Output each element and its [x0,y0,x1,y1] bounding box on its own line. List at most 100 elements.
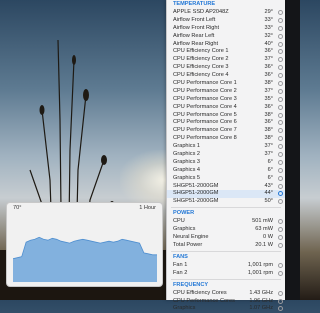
temperature-sensor-row[interactable]: Graphics 2 37° [167,151,285,159]
sensor-value: 6° [267,166,273,173]
graph-toggle-icon[interactable] [278,33,283,39]
temperature-sensor-row[interactable]: CPU Performance Core 6 36° [167,119,285,127]
sensor-menu: TEMPERATURE APPLE SSD AP2048Z 29° Airflow … [166,0,285,312]
graph-range-label[interactable]: 1 Hour [139,205,156,211]
power-sensor-row[interactable]: Total Power 20.1 W [167,242,285,250]
temperature-sensor-row[interactable]: Graphics 4 6° [167,167,285,175]
divider [171,207,281,209]
sensor-value: 43° [264,182,273,189]
temperature-sensor-row[interactable]: CPU Efficiency Core 4 36° [167,72,285,80]
temperature-sensor-row[interactable]: CPU Performance Core 7 38° [167,127,285,135]
graph-toggle-icon[interactable] [278,25,283,31]
sensor-value: 0 W [263,234,273,241]
graph-toggle-icon[interactable] [278,136,283,142]
sensor-value: 6° [267,174,273,181]
graph-toggle-icon[interactable] [278,191,283,197]
sensor-label: CPU Efficiency Cores [173,289,227,296]
sensor-label: Airflow Rear Right [173,40,219,47]
graph-toggle-icon[interactable] [278,262,283,268]
sensor-label: Fan 1 [173,261,188,268]
sensor-label: CPU Performance Core 7 [173,127,237,134]
temperature-sensor-row[interactable]: Airflow Front Right 33° [167,25,285,33]
sensor-value: 37° [264,143,273,150]
graph-toggle-icon[interactable] [278,96,283,102]
temperature-sensor-row[interactable]: Graphics 3 6° [167,159,285,167]
graph-toggle-icon[interactable] [278,152,283,158]
graph-toggle-icon[interactable] [278,159,283,165]
graph-toggle-icon[interactable] [278,57,283,63]
graph-toggle-icon[interactable] [278,120,283,126]
graph-toggle-icon[interactable] [278,167,283,173]
sensor-label: CPU Performance Core 5 [173,111,237,118]
frequency-sensor-row[interactable]: Graphics 1.07 GHz [167,305,285,313]
graph-toggle-icon[interactable] [278,298,283,304]
temperature-sensor-row[interactable]: CPU Efficiency Core 2 37° [167,56,285,64]
fans-list: Fan 1 1,001 rpm Fan 2 1,001 rpm [167,262,285,278]
temperature-sensor-row[interactable]: Airflow Rear Right 40° [167,41,285,49]
temperature-sensor-row[interactable]: CPU Performance Core 1 38° [167,80,285,88]
sensor-label: SHGP51-2000GM [173,182,219,189]
graph-toggle-icon[interactable] [278,49,283,55]
temperature-list: APPLE SSD AP2048Z 29° Airflow Front Left 33… [167,9,285,206]
sensor-label: SHGP51-2000GM [173,190,219,197]
temperature-sensor-row[interactable]: SHGP51-2000GM 44° [167,190,285,199]
temperature-sensor-row[interactable]: APPLE SSD AP2048Z 29° [167,9,285,17]
temperature-sensor-row[interactable]: CPU Performance Core 5 38° [167,112,285,120]
graph-toggle-icon[interactable] [278,235,283,241]
graph-toggle-icon[interactable] [278,219,283,225]
power-sensor-row[interactable]: CPU 501 mW [167,218,285,226]
sensor-value: 36° [264,119,273,126]
sensor-value: 37° [264,151,273,158]
graph-toggle-icon[interactable] [278,88,283,94]
graph-toggle-icon[interactable] [278,128,283,134]
sensor-value: 44° [264,190,273,197]
fan-sensor-row[interactable]: Fan 2 1,001 rpm [167,270,285,278]
sensor-label: APPLE SSD AP2048Z [173,9,229,15]
temperature-sensor-row[interactable]: Graphics 1 37° [167,143,285,151]
sensor-label: CPU Performance Core 2 [173,87,237,94]
temperature-sensor-row[interactable]: CPU Performance Core 2 37° [167,88,285,96]
graph-toggle-icon[interactable] [278,183,283,189]
graph-toggle-icon[interactable] [278,65,283,71]
graph-toggle-icon[interactable] [278,227,283,233]
temperature-sensor-row[interactable]: CPU Efficiency Core 3 36° [167,64,285,72]
sensor-value: 37° [264,87,273,94]
sensor-label: Graphics 3 [173,158,201,165]
sensor-label: CPU Performance Core 8 [173,135,237,142]
graph-toggle-icon[interactable] [278,242,283,248]
graph-toggle-icon[interactable] [278,17,283,23]
fan-sensor-row[interactable]: Fan 1 1,001 rpm [167,262,285,270]
frequency-sensor-row[interactable]: CPU Efficiency Cores 1.43 GHz [167,290,285,298]
graph-toggle-icon[interactable] [278,41,283,47]
temperature-sensor-row[interactable]: SHGP51-2000GM 43° [167,183,285,191]
graph-toggle-icon[interactable] [278,306,283,312]
frequency-section-title: FREQUENCY [173,281,209,288]
graph-toggle-icon[interactable] [278,10,283,15]
power-sensor-row[interactable]: Graphics 63 mW [167,226,285,234]
temperature-sensor-row[interactable]: CPU Performance Core 4 36° [167,104,285,112]
temperature-sensor-row[interactable]: CPU Performance Core 3 35° [167,96,285,104]
sensor-label: CPU [173,218,185,225]
power-sensor-row[interactable]: Neural Engine 0 W [167,234,285,242]
graph-toggle-icon[interactable] [278,290,283,296]
graph-toggle-icon[interactable] [278,199,283,205]
sensor-label: CPU Performance Cores [173,297,235,304]
graph-toggle-icon[interactable] [278,144,283,150]
temperature-sensor-row[interactable]: Airflow Front Left 33° [167,17,285,25]
sensor-label: CPU Efficiency Core 1 [173,48,229,55]
temperature-sensor-row[interactable]: CPU Efficiency Core 1 36° [167,48,285,56]
sensor-value: 36° [264,72,273,79]
graph-toggle-icon[interactable] [278,104,283,110]
graph-toggle-icon[interactable] [278,73,283,79]
sensor-value: 38° [264,127,273,134]
sensor-value: 501 mW [252,218,273,225]
graph-toggle-icon[interactable] [278,175,283,181]
frequency-sensor-row[interactable]: CPU Performance Cores 1.96 GHz [167,298,285,306]
temperature-sensor-row[interactable]: Graphics 5 6° [167,175,285,183]
temperature-sensor-row[interactable]: CPU Performance Core 8 38° [167,135,285,143]
temperature-sensor-row[interactable]: SHGP51-2000GM 50° [167,198,285,206]
graph-toggle-icon[interactable] [278,112,283,118]
graph-toggle-icon[interactable] [278,81,283,87]
temperature-sensor-row[interactable]: Airflow Rear Left 32° [167,33,285,41]
graph-toggle-icon[interactable] [278,270,283,276]
